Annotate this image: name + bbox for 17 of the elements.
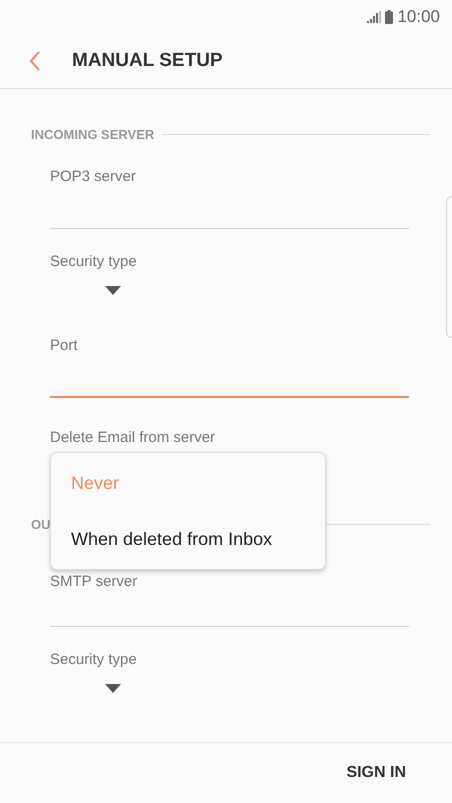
menu-option[interactable]: When deleted from Inbox [51,511,325,567]
dropdown-arrow-icon[interactable] [105,286,121,295]
sign-in-button[interactable]: SIGN IN [342,756,410,790]
section-header: OU [31,516,50,532]
status-time: 10:00 [397,7,440,27]
field-label: SMTP server [50,572,138,592]
field-label: Port [50,336,79,356]
field-label: Security type [50,252,138,272]
back-icon[interactable] [29,51,41,71]
signal-icon [367,11,382,23]
section-header: INCOMING SERVER [31,126,154,142]
field-label: Security type [50,650,138,670]
dropdown-arrow-icon[interactable] [105,684,121,693]
battery-icon [385,10,394,24]
screen-title: MANUAL SETUP [72,50,223,72]
field-label: Delete Email from server [50,428,216,448]
field-label: POP3 server [50,167,137,187]
